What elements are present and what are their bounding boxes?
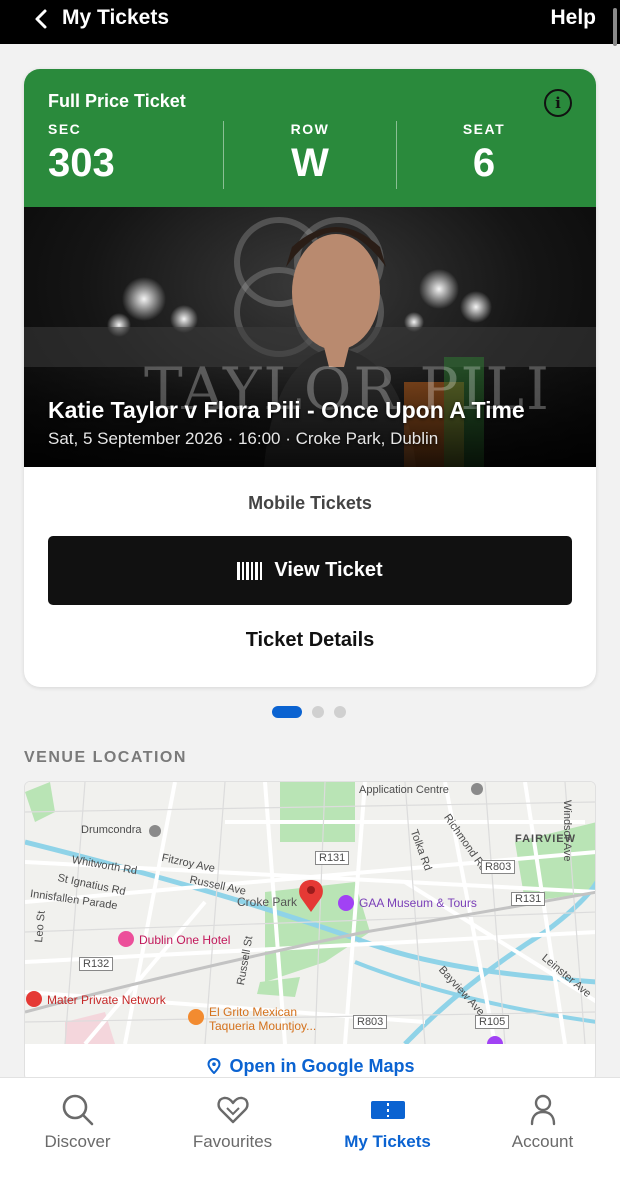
top-bar: My Tickets Help [0,0,620,44]
page-title: My Tickets [62,6,169,29]
view-ticket-button[interactable]: View Ticket [48,536,572,605]
ticket-pager [272,706,346,718]
map-label: Dublin One Hotel [139,933,231,947]
ticket-details-link[interactable]: Ticket Details [24,629,596,652]
pager-dot[interactable] [334,706,346,718]
venue-map-card: Application Centre Windsor Ave Drumcondr… [24,781,596,1081]
ticket-seat-header: Full Price Ticket i SEC 303 ROW W SEAT 6 [24,69,596,207]
mobile-tickets-label: Mobile Tickets [248,493,372,513]
view-ticket-label: View Ticket [274,559,383,581]
map-label: Mater Private Network [47,993,166,1007]
scrollbar-thumb[interactable] [613,8,617,46]
open-in-google-maps-link[interactable]: Open in Google Maps [25,1056,595,1077]
tab-discover[interactable]: Discover [0,1092,155,1162]
map-label: R132 [79,957,114,971]
row-value: W [291,141,329,185]
ticket-icon [370,1101,405,1119]
map-label: El Grito Mexican [209,1005,298,1019]
location-pin-icon [207,1057,221,1075]
map-label: Drumcondra [81,824,142,836]
map-label: R803 [481,860,516,874]
map-label: R131 [315,851,350,865]
map-label: GAA Museum & Tours [359,896,477,910]
map-label: FAIRVIEW [515,833,576,845]
map-label: Taqueria Mountjoy... [209,1019,317,1033]
event-image: TAYLOR PILI Katie Taylor v Flora Pili - … [24,207,596,467]
tab-label: My Tickets [344,1132,431,1151]
tab-my-tickets[interactable]: My Tickets [310,1092,465,1162]
tab-label: Discover [44,1132,111,1151]
tab-label: Favourites [192,1132,273,1151]
pager-dot-active[interactable] [272,706,302,718]
venue-location-heading: VENUE LOCATION [24,749,187,766]
search-icon [62,1094,93,1126]
barcode-icon [237,561,263,580]
map-label: R131 [511,892,546,906]
map-label: Windsor Ave [561,800,573,862]
help-button[interactable]: Help [550,6,596,30]
bottom-tab-bar: Discover Favourites My Tickets Account [0,1077,620,1200]
person-icon [530,1094,555,1126]
heart-icon [216,1096,249,1124]
ticket-card: Full Price Ticket i SEC 303 ROW W SEAT 6 [24,69,596,687]
section-value: 303 [48,141,115,185]
ticket-type-label: Full Price Ticket [48,91,186,111]
tab-account[interactable]: Account [465,1092,620,1162]
seat-value: 6 [472,141,496,185]
seat-column: SEAT 6 [396,121,572,189]
map-label: R803 [353,1015,388,1029]
section-label: SEC [48,121,82,137]
event-date-venue: Sat, 5 September 2026 · 16:00 · Croke Pa… [48,429,439,448]
tab-label: Account [511,1132,574,1151]
map-label: R105 [475,1015,510,1029]
stadium-lights-graphic [24,217,596,467]
back-chevron-icon[interactable] [32,8,52,30]
section-column: SEC 303 [48,121,224,189]
row-label: ROW [290,121,330,137]
open-in-google-maps-label: Open in Google Maps [229,1056,415,1076]
map-label: Application Centre [359,784,449,796]
venue-map[interactable]: Application Centre Windsor Ave Drumcondr… [25,782,595,1044]
info-icon[interactable]: i [544,89,572,117]
pager-dot[interactable] [312,706,324,718]
row-column: ROW W [224,121,396,189]
tab-favourites[interactable]: Favourites [155,1092,310,1162]
seat-label: SEAT [462,121,506,137]
map-label: Croke Park [237,895,298,909]
event-name: Katie Taylor v Flora Pili - Once Upon A … [48,397,525,423]
